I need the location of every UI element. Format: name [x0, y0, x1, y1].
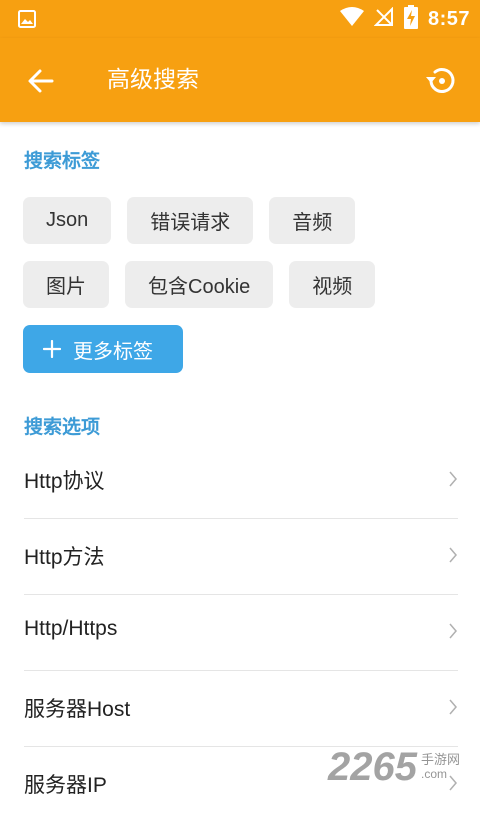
option-label: Http/Https: [24, 617, 118, 640]
chevron-right-icon: [448, 470, 458, 492]
chevron-right-icon: [448, 698, 458, 720]
option-label: 服务器IP: [24, 774, 107, 797]
image-notification-icon: [18, 10, 36, 32]
reset-icon[interactable]: [424, 64, 458, 98]
app-bar: 高级搜索: [0, 38, 480, 122]
tag-chip-cookie[interactable]: 包含Cookie: [125, 261, 274, 308]
tag-chip-error-request[interactable]: 错误请求: [127, 197, 254, 244]
arrow-left-icon[interactable]: [26, 66, 56, 96]
tag-chip-image[interactable]: 图片: [23, 261, 109, 308]
page-title: 高级搜索: [107, 67, 199, 93]
tag-chip-video[interactable]: 视频: [289, 261, 376, 308]
status-time: 8:57: [427, 7, 470, 30]
status-icons: 8:57: [339, 5, 470, 33]
option-label: Http协议: [24, 470, 105, 493]
options-section-label: 搜索选项: [24, 416, 101, 438]
option-label: Http方法: [24, 546, 105, 569]
chevron-right-icon: [448, 622, 458, 644]
chevron-right-icon: [448, 546, 458, 568]
tag-chip-json[interactable]: Json: [23, 197, 112, 244]
option-http-https[interactable]: Http/Https: [24, 595, 458, 671]
tag-chip-audio[interactable]: 音频: [269, 197, 356, 244]
watermark-side: 手游网 .com: [420, 752, 460, 782]
option-http-protocol[interactable]: Http协议: [24, 443, 458, 519]
plus-icon: [43, 340, 61, 358]
watermark-logo: 2265 手游网 .com: [328, 742, 460, 792]
more-tags-label: 更多标签: [73, 338, 153, 363]
option-server-host[interactable]: 服务器Host: [24, 671, 458, 747]
tag-row: 图片 包含Cookie 视频: [23, 261, 463, 308]
wifi-icon: [339, 7, 364, 31]
battery-charging-icon: [403, 5, 418, 33]
more-tags-button[interactable]: 更多标签: [23, 325, 183, 373]
no-signal-icon: [373, 6, 394, 31]
watermark-number: 2265: [328, 744, 417, 789]
option-label: 服务器Host: [24, 698, 131, 721]
tag-row: Json 错误请求 音频: [23, 197, 463, 244]
tag-chips: Json 错误请求 音频 图片 包含Cookie 视频: [23, 197, 463, 325]
option-http-method[interactable]: Http方法: [24, 519, 458, 595]
watermark-text: 手游网: [420, 752, 460, 767]
status-bar: 8:57: [0, 0, 480, 38]
tags-section-label: 搜索标签: [24, 150, 101, 172]
watermark-domain: .com: [420, 767, 447, 781]
